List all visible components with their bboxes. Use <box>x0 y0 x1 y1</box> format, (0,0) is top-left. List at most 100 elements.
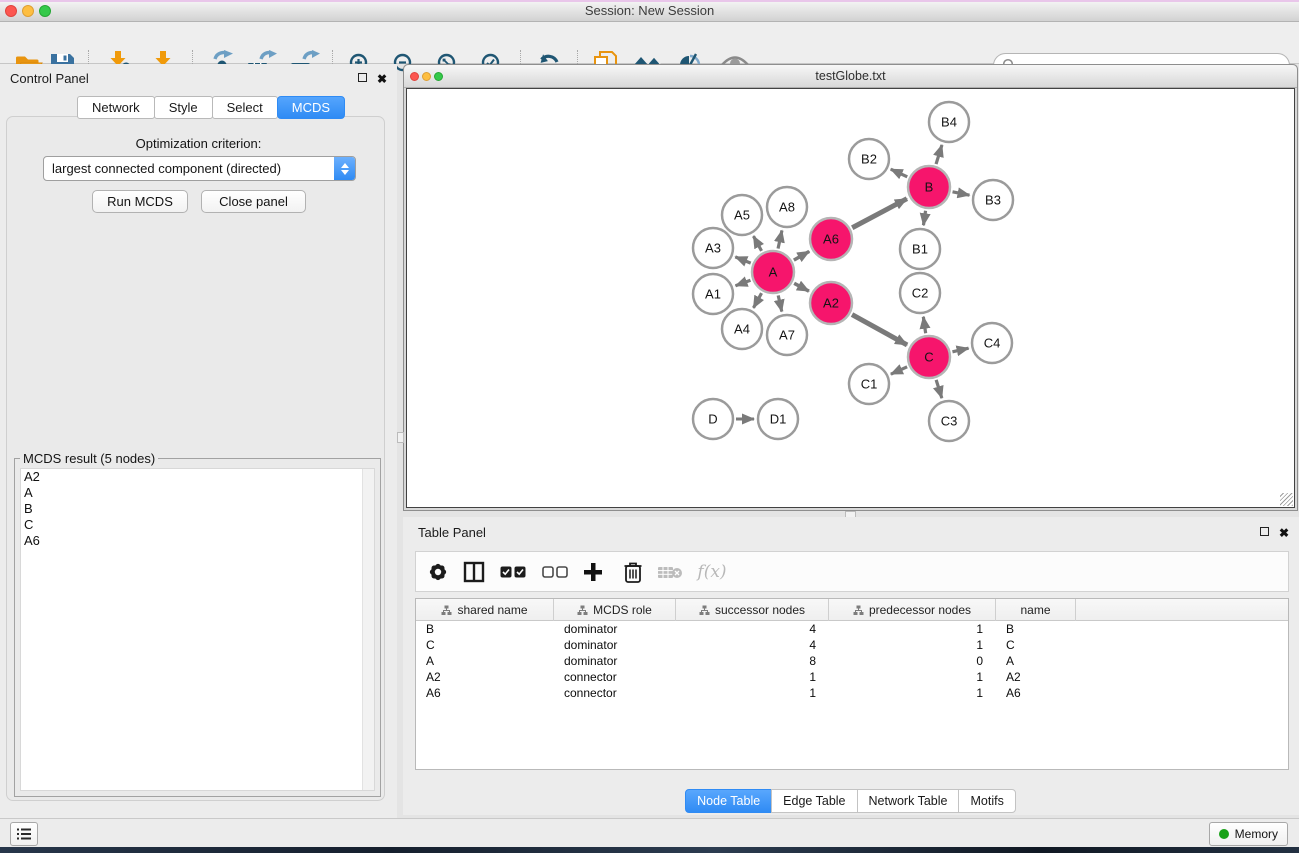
control-panel-tabs: NetworkStyleSelectMCDS <box>78 96 345 119</box>
graph-node-C4[interactable]: C4 <box>972 323 1012 363</box>
network-canvas[interactable]: B4 B2 B B3 A5 A8 A6 A3 B1 A A1 C2 A2 A4 A7 C4 C C1 C3 D D1 <box>406 88 1295 508</box>
edge-A-A6[interactable] <box>794 251 809 260</box>
edge-B-B3[interactable] <box>953 192 970 195</box>
tab-mcds[interactable]: MCDS <box>277 96 345 119</box>
graph-node-A3[interactable]: A3 <box>693 228 733 268</box>
criterion-dropdown[interactable]: largest connected component (directed) <box>43 156 356 181</box>
edge-B-B1[interactable] <box>923 211 925 225</box>
edge-C-C2[interactable] <box>923 317 925 333</box>
mcds-result-list[interactable]: A2ABCA6 <box>20 468 375 791</box>
svg-text:A4: A4 <box>734 322 750 337</box>
edge-A6-B[interactable] <box>852 199 907 228</box>
task-history-button[interactable] <box>10 822 38 846</box>
delete-table-icon <box>657 564 683 580</box>
column-header-successor-nodes[interactable]: successor nodes <box>676 599 829 621</box>
tab-node-table[interactable]: Node Table <box>685 789 772 813</box>
network-graph[interactable]: B4 B2 B B3 A5 A8 A6 A3 B1 A A1 C2 A2 A4 A7 C4 C C1 C3 D D1 <box>407 89 1296 509</box>
edge-B-B4[interactable] <box>936 145 942 164</box>
graph-node-A4[interactable]: A4 <box>722 309 762 349</box>
graph-node-C1[interactable]: C1 <box>849 364 889 404</box>
table-row[interactable]: Adominator80A <box>416 653 1288 669</box>
close-panel-button[interactable]: Close panel <box>201 190 306 213</box>
edge-C-C1[interactable] <box>891 367 907 374</box>
unchecked-boxes-icon <box>542 566 568 578</box>
close-panel-icon[interactable]: ✖ <box>377 73 387 85</box>
deselect-all-columns-button[interactable] <box>540 557 570 587</box>
network-window-titlebar[interactable]: testGlobe.txt <box>404 65 1297 88</box>
memory-button[interactable]: Memory <box>1209 822 1288 846</box>
mcds-result-item[interactable]: A2 <box>21 469 374 485</box>
add-column-button[interactable] <box>578 557 608 587</box>
edge-A-A8[interactable] <box>778 230 782 248</box>
table-cell: connector <box>554 685 676 701</box>
float-table-panel-icon[interactable] <box>1260 527 1269 536</box>
column-header-shared-name[interactable]: shared name <box>416 599 554 621</box>
table-settings-button[interactable] <box>423 557 453 587</box>
table-cell: A6 <box>996 685 1076 701</box>
run-mcds-button[interactable]: Run MCDS <box>92 190 188 213</box>
table-cell: dominator <box>554 653 676 669</box>
tab-motifs[interactable]: Motifs <box>958 789 1015 813</box>
tab-network-table[interactable]: Network Table <box>857 789 960 813</box>
float-panel-icon[interactable] <box>358 73 367 82</box>
svg-text:A6: A6 <box>823 232 839 247</box>
graph-node-C[interactable]: C <box>908 336 950 378</box>
control-panel: Control Panel ✖ NetworkStyleSelectMCDS O… <box>0 64 397 818</box>
window-resize-grip[interactable] <box>1280 493 1293 506</box>
graph-node-A8[interactable]: A8 <box>767 187 807 227</box>
edge-C-C3[interactable] <box>936 380 942 398</box>
tab-edge-table[interactable]: Edge Table <box>771 789 857 813</box>
graph-node-A[interactable]: A <box>752 251 794 293</box>
mcds-result-item[interactable]: B <box>21 501 374 517</box>
splitter-handle[interactable] <box>397 432 404 443</box>
graph-node-D1[interactable]: D1 <box>758 399 798 439</box>
edge-C-C4[interactable] <box>952 348 968 352</box>
table-row[interactable]: A2connector11A2 <box>416 669 1288 685</box>
close-table-panel-icon[interactable]: ✖ <box>1279 527 1289 539</box>
mcds-result-item[interactable]: A <box>21 485 374 501</box>
delete-column-button[interactable] <box>618 557 648 587</box>
graph-node-A1[interactable]: A1 <box>693 274 733 314</box>
mcds-result-item[interactable]: A6 <box>21 533 374 549</box>
delete-table-button[interactable] <box>655 557 685 587</box>
table-cell: C <box>996 637 1076 653</box>
graph-node-C2[interactable]: C2 <box>900 273 940 313</box>
status-bar: Memory <box>0 818 1299 847</box>
edge-A-A1[interactable] <box>736 280 751 285</box>
graph-node-A5[interactable]: A5 <box>722 195 762 235</box>
table-cell: dominator <box>554 637 676 653</box>
select-all-columns-button[interactable] <box>498 557 528 587</box>
mcds-result-item[interactable]: C <box>21 517 374 533</box>
graph-node-B4[interactable]: B4 <box>929 102 969 142</box>
graph-node-B3[interactable]: B3 <box>973 180 1013 220</box>
node-table[interactable]: shared nameMCDS rolesuccessor nodesprede… <box>415 598 1289 770</box>
column-header-MCDS-role[interactable]: MCDS role <box>554 599 676 621</box>
graph-node-B[interactable]: B <box>908 166 950 208</box>
graph-node-A2[interactable]: A2 <box>810 282 852 324</box>
table-row[interactable]: Cdominator41C <box>416 637 1288 653</box>
split-columns-button[interactable] <box>459 557 489 587</box>
edge-A-A3[interactable] <box>735 257 750 263</box>
edge-A-A5[interactable] <box>753 236 761 251</box>
mcds-list-scrollbar[interactable] <box>362 469 374 790</box>
edge-A-A7[interactable] <box>778 295 782 311</box>
column-header-predecessor-nodes[interactable]: predecessor nodes <box>829 599 996 621</box>
tab-style[interactable]: Style <box>154 96 213 119</box>
graph-node-A7[interactable]: A7 <box>767 315 807 355</box>
svg-text:A5: A5 <box>734 208 750 223</box>
table-row[interactable]: Bdominator41B <box>416 621 1288 637</box>
graph-node-B1[interactable]: B1 <box>900 229 940 269</box>
tab-select[interactable]: Select <box>212 96 278 119</box>
function-builder-button[interactable]: f(x) <box>693 557 731 587</box>
graph-node-B2[interactable]: B2 <box>849 139 889 179</box>
edge-A-A2[interactable] <box>794 283 809 291</box>
column-header-name[interactable]: name <box>996 599 1076 621</box>
edge-A2-C[interactable] <box>852 315 907 345</box>
graph-node-C3[interactable]: C3 <box>929 401 969 441</box>
graph-node-A6[interactable]: A6 <box>810 218 852 260</box>
edge-B-B2[interactable] <box>891 169 908 177</box>
table-row[interactable]: A6connector11A6 <box>416 685 1288 701</box>
edge-A-A4[interactable] <box>753 293 761 308</box>
graph-node-D[interactable]: D <box>693 399 733 439</box>
tab-network[interactable]: Network <box>77 96 155 119</box>
